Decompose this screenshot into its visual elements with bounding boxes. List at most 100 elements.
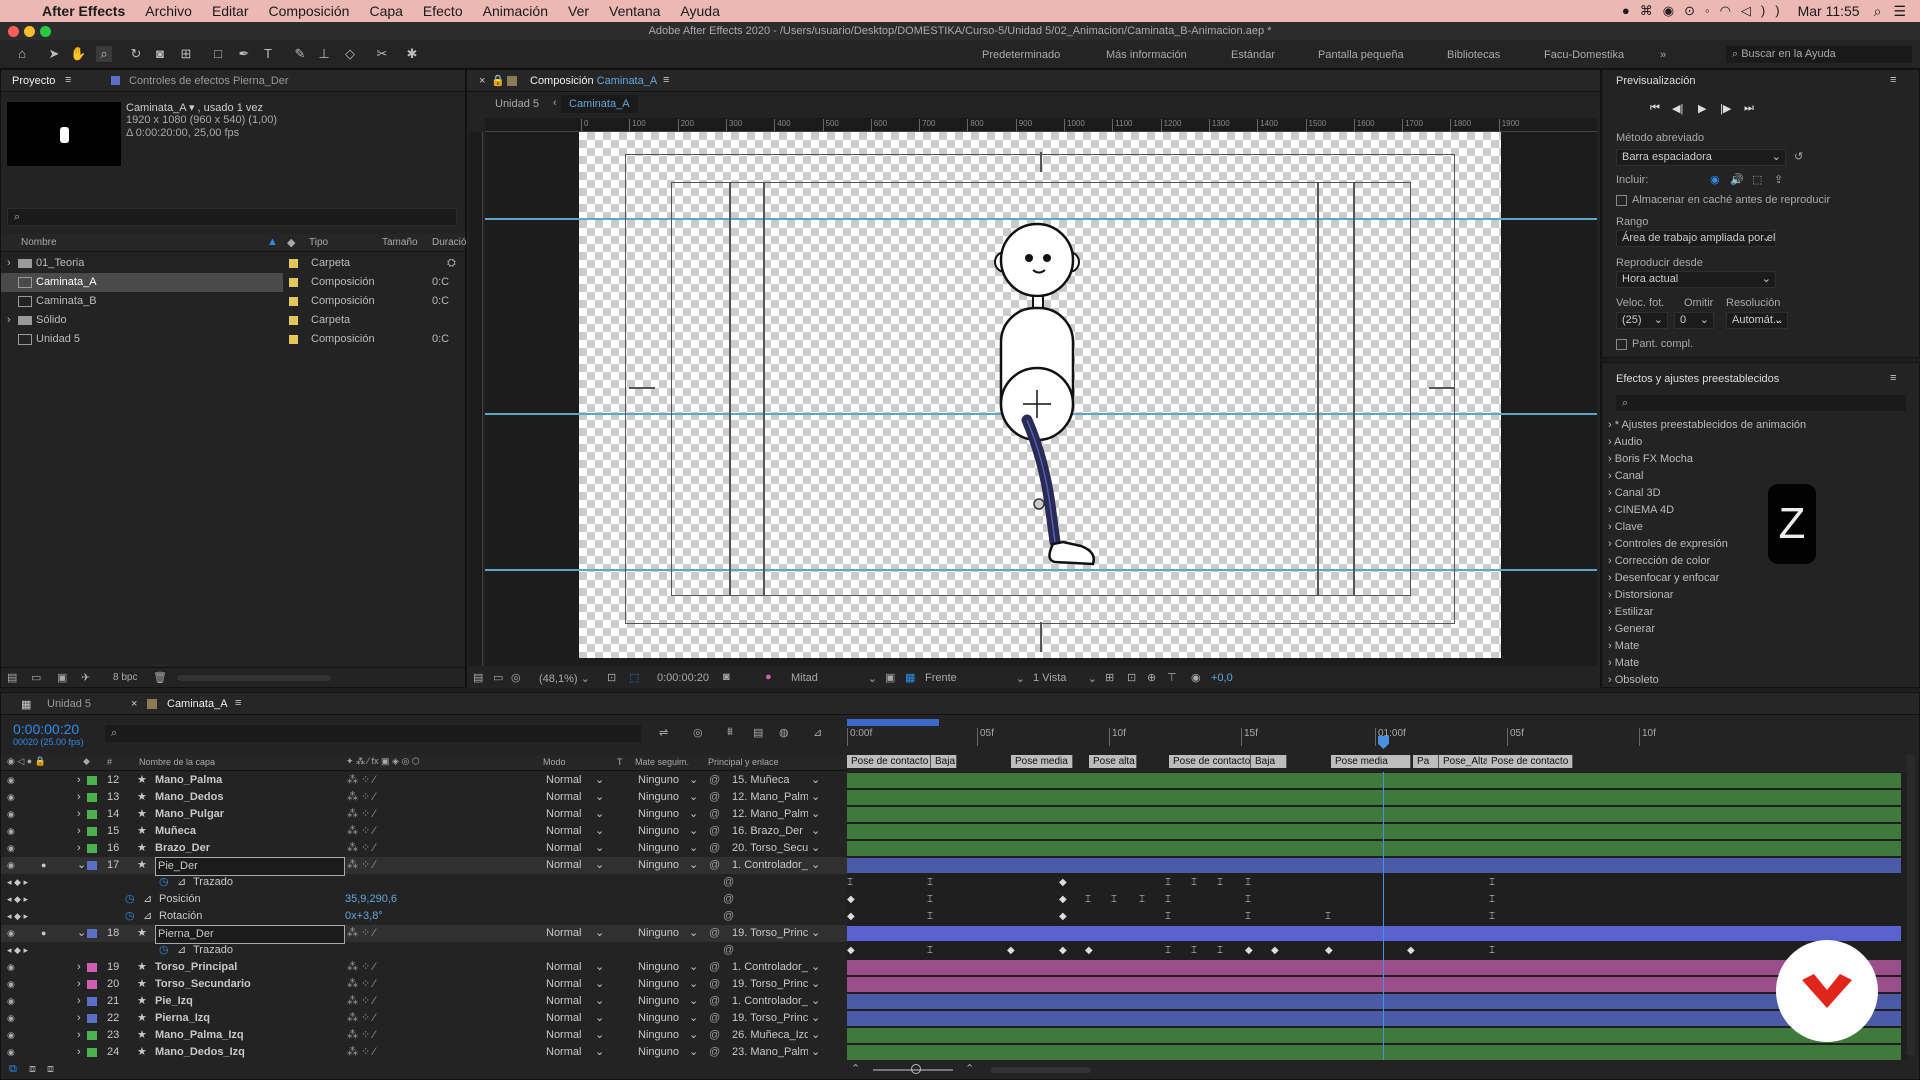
pickwhip-icon[interactable]: @ <box>709 925 720 942</box>
interpret-footage-icon[interactable]: ▤ <box>7 671 17 684</box>
label-color[interactable] <box>87 980 97 989</box>
matte-dropdown[interactable]: Ninguno <box>638 772 679 789</box>
property-row[interactable]: ◂ ◆ ▸ ◷ ⊿ Trazado @ <box>1 942 847 959</box>
matte-dropdown[interactable]: Ninguno <box>638 840 679 857</box>
twirl-icon[interactable]: › <box>77 1044 81 1060</box>
reset-exposure-icon[interactable]: ◉ <box>1191 671 1201 684</box>
mode-dropdown[interactable]: Normal <box>546 857 581 874</box>
layer-switches-icon[interactable]: ⁂ ⁘ ⁄ <box>347 1010 375 1027</box>
keyframe[interactable]: ◆ <box>1271 946 1279 956</box>
keyframe[interactable]: ⌶ <box>1139 895 1145 905</box>
matte-dropdown[interactable]: Ninguno <box>638 993 679 1010</box>
layer-track-bar[interactable] <box>847 790 1901 805</box>
clone-tool-icon[interactable]: ⊥ <box>316 46 332 62</box>
layer-name[interactable]: Torso_Principal <box>155 959 237 976</box>
parent-dropdown[interactable]: 19. Torso_Princ <box>732 925 808 942</box>
col-duracion[interactable]: Duració <box>432 237 466 248</box>
always-preview-icon[interactable]: ▤ <box>473 671 483 684</box>
pickwhip-icon[interactable]: @ <box>709 806 720 823</box>
matte-dropdown[interactable]: Ninguno <box>638 976 679 993</box>
matte-dropdown[interactable]: Ninguno <box>638 806 679 823</box>
col-parent[interactable]: Principal y enlace <box>708 757 779 767</box>
panel-menu-icon[interactable]: ≡ <box>1890 372 1896 384</box>
layer-name[interactable]: Brazo_Der <box>155 840 210 857</box>
brush-tool-icon[interactable]: ✎ <box>292 46 308 62</box>
pickwhip-icon[interactable]: @ <box>709 976 720 993</box>
menu-app[interactable]: After Effects <box>42 3 125 19</box>
label-color[interactable] <box>87 963 97 972</box>
col-tipo[interactable]: Tipo <box>309 237 328 248</box>
lock-icon[interactable]: 🔒 <box>491 74 505 87</box>
layer-row[interactable]: ◉ ● ⌄ 18 ★ Pierna_Der ⁂ ⁘ ⁄ Normal ⌄ Ninguno ⌄ @19.… <box>1 925 847 944</box>
timeline-current-time[interactable]: 0:00:00:20 <box>13 721 79 737</box>
twirl-icon[interactable]: › <box>77 772 81 789</box>
close-window-button[interactable] <box>8 26 19 37</box>
matte-dropdown[interactable]: Ninguno <box>638 857 679 874</box>
mode-dropdown[interactable]: Normal <box>546 806 581 823</box>
mode-dropdown[interactable]: Normal <box>546 976 581 993</box>
expression-pickwhip-icon[interactable]: @ <box>723 942 734 959</box>
zoom-dropdown[interactable]: (48,1%) ⌄ <box>539 672 590 685</box>
zoom-out-icon[interactable]: ⌃ <box>851 1062 860 1075</box>
keyframe[interactable]: ⌶ <box>847 878 853 888</box>
keyframe[interactable]: ⌶ <box>1217 946 1223 956</box>
menu-efecto[interactable]: Efecto <box>423 3 463 19</box>
parent-dropdown[interactable]: 1. Controlador_ <box>732 857 808 874</box>
effect-category[interactable]: › Boris FX Mocha <box>1608 453 1693 465</box>
zoom-slider-handle[interactable] <box>911 1064 921 1074</box>
layer-row[interactable]: ◉ › 23 ★ Mano_Palma_Izq ⁂ ⁘ ⁄ Normal ⌄ Ninguno ⌄ @… <box>1 1027 847 1044</box>
flowchart-icon[interactable]: ✈ <box>81 671 90 684</box>
layer-switches-icon[interactable]: ⁂ ⁘ ⁄ <box>347 823 375 840</box>
mode-dropdown[interactable]: Normal <box>546 1027 581 1044</box>
matte-dropdown[interactable]: Ninguno <box>638 959 679 976</box>
twirl-icon[interactable]: › <box>77 789 81 806</box>
keyframe[interactable]: ◆ <box>847 895 855 905</box>
twirl-icon[interactable]: › <box>77 840 81 857</box>
keyframe[interactable]: ◆ <box>1407 946 1415 956</box>
list-item[interactable]: › 01_Teoria Carpeta ⛭ <box>1 254 465 273</box>
vr-icon[interactable]: ◎ <box>511 671 521 684</box>
graph-icon[interactable]: ⊿ <box>143 891 152 908</box>
stopwatch-icon[interactable]: ◷ <box>125 891 135 908</box>
menu-archivo[interactable]: Archivo <box>145 3 192 19</box>
horizontal-scrollbar[interactable] <box>991 1067 1091 1073</box>
color-channel-icon[interactable]: ● <box>765 671 772 683</box>
bpc-button[interactable]: 8 bpc <box>113 672 137 683</box>
layer-track-bar[interactable] <box>847 858 1901 873</box>
mode-dropdown[interactable]: Normal <box>546 772 581 789</box>
current-time-display[interactable]: 0:00:00:20 <box>657 672 709 684</box>
maximize-window-button[interactable] <box>40 26 51 37</box>
layer-switches-icon[interactable]: ⁂ ⁘ ⁄ <box>347 1044 375 1060</box>
solo-icon[interactable]: ● <box>41 857 46 874</box>
effect-category[interactable]: › Canal 3D <box>1608 487 1661 499</box>
effect-category[interactable]: › Audio <box>1608 436 1642 448</box>
keyframe[interactable]: ⌶ <box>1191 878 1197 888</box>
graph-icon[interactable]: ⊿ <box>177 942 186 959</box>
comp-marker[interactable]: Pose media <box>1011 755 1073 768</box>
col-layer-name[interactable]: Nombre de la capa <box>139 757 215 767</box>
search-icon[interactable]: ⌕ <box>1874 3 1882 20</box>
keyframe-nav-icon[interactable]: ◂ ◆ ▸ <box>7 942 28 959</box>
layer-row[interactable]: ◉ › 20 ★ Torso_Secundario ⁂ ⁘ ⁄ Normal ⌄ Ninguno… <box>1 976 847 993</box>
draft-3d-icon[interactable]: ◎ <box>693 726 703 739</box>
visibility-eye-icon[interactable]: ◉ <box>7 840 15 857</box>
keyframe-nav-icon[interactable]: ◂ ◆ ▸ <box>7 891 28 908</box>
keyframe[interactable]: ⌶ <box>927 912 933 922</box>
keyframe[interactable]: ⌶ <box>927 946 933 956</box>
matte-dropdown[interactable]: Ninguno <box>638 1010 679 1027</box>
keyframe[interactable]: ⌶ <box>927 878 933 888</box>
close-tab-icon[interactable]: × <box>479 75 485 87</box>
project-search-input[interactable]: ⌕ <box>7 208 457 226</box>
workspace-mas-informacion[interactable]: Más información <box>1106 49 1187 61</box>
eraser-tool-icon[interactable]: ◇ <box>342 46 358 62</box>
solo-icon[interactable]: ● <box>41 925 46 942</box>
keyframe[interactable]: ◆ <box>1085 946 1093 956</box>
keyframe[interactable]: ⌶ <box>927 895 933 905</box>
visibility-eye-icon[interactable]: ◉ <box>7 806 15 823</box>
grid-icon[interactable]: ⊞ <box>1105 671 1114 684</box>
visibility-eye-icon[interactable]: ◉ <box>7 789 15 806</box>
tab-proyecto[interactable]: Proyecto <box>12 75 55 87</box>
keyframe[interactable]: ⌶ <box>1165 946 1171 956</box>
layer-track-bar[interactable] <box>847 1011 1901 1026</box>
puppet-tool-icon[interactable]: ✱ <box>404 46 420 62</box>
